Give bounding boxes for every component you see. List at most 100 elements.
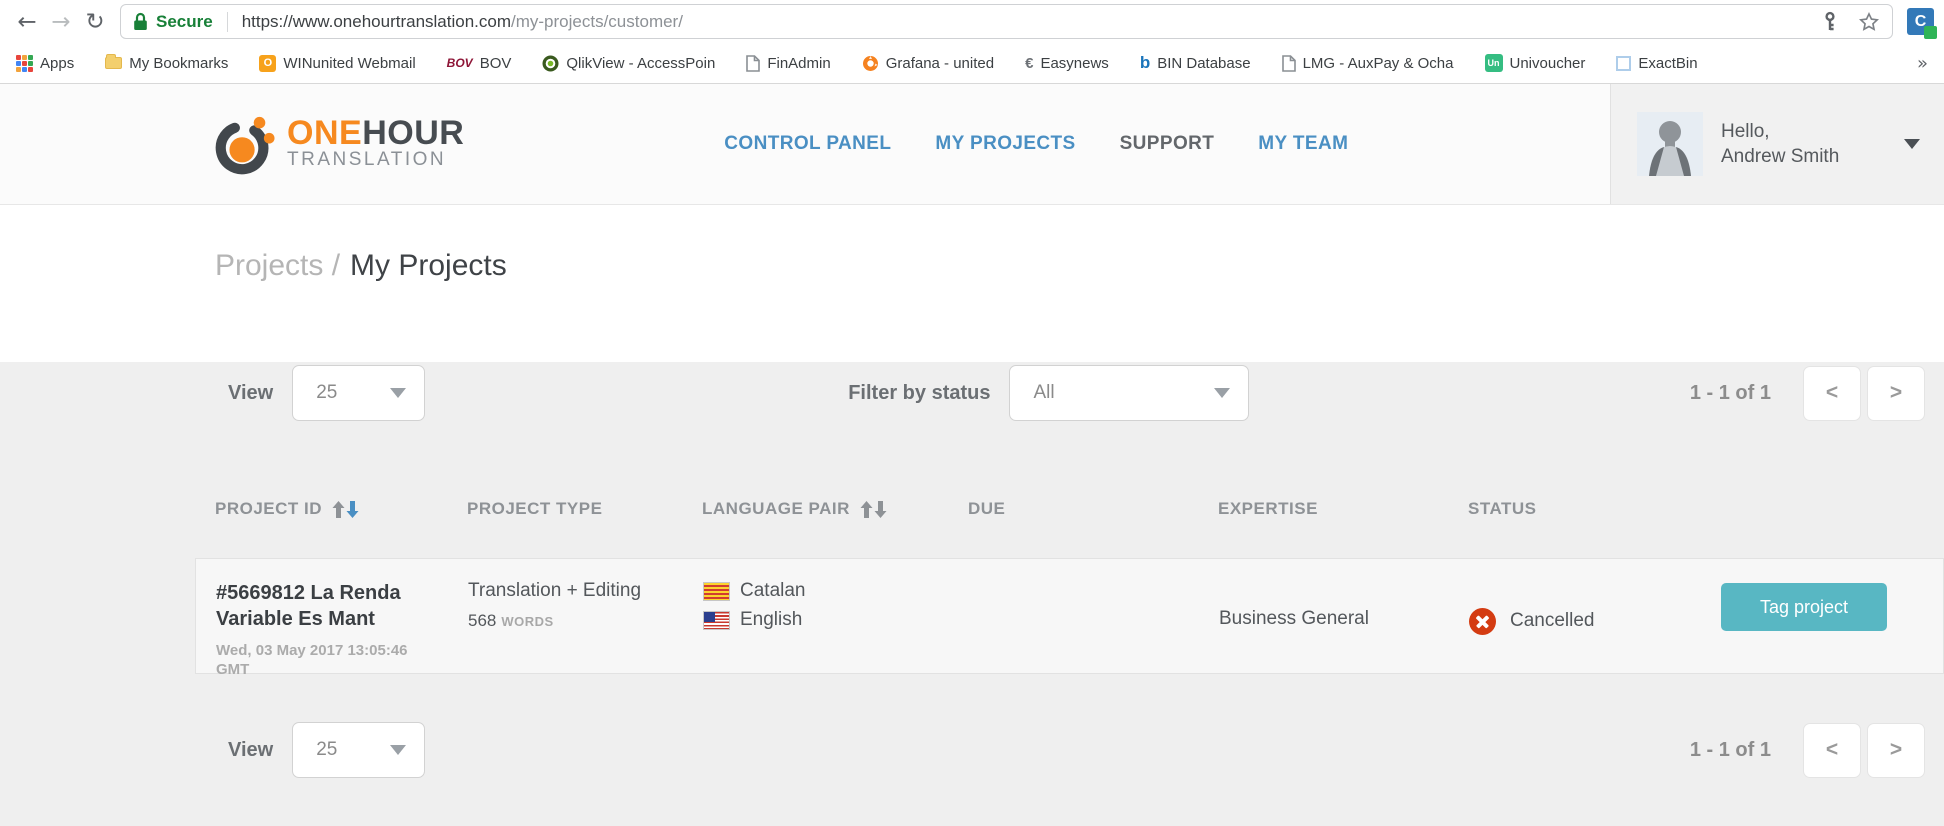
sort-arrows[interactable] (332, 501, 359, 518)
project-id-cell: #5669812 La Renda Variable Es Mant Wed, … (216, 580, 468, 679)
logo-text: ONEHOUR TRANSLATION (287, 117, 464, 171)
grafana-favicon (862, 55, 879, 72)
bookmark-univoucher[interactable]: Un Univoucher (1485, 54, 1586, 72)
page-icon (1282, 55, 1296, 72)
bookmark-apps[interactable]: Apps (16, 55, 74, 72)
bookmark-grafana[interactable]: Grafana - united (862, 55, 994, 72)
address-bar[interactable]: Secure https://www.onehourtranslation.co… (120, 4, 1893, 39)
browser-toolbar: ← → ↻ Secure https://www.onehourtranslat… (0, 0, 1944, 43)
view-label: View (228, 382, 273, 405)
bookmarks-bar: Apps My Bookmarks O WINunited Webmail BO… (0, 43, 1944, 84)
folder-icon (105, 57, 122, 69)
qlikview-favicon (542, 55, 559, 72)
reload-icon[interactable]: ↻ (78, 9, 112, 35)
next-page-button[interactable]: > (1867, 366, 1925, 421)
bookmark-winunited-webmail[interactable]: O WINunited Webmail (259, 55, 415, 72)
column-language-pair[interactable]: LANGUAGE PAIR (702, 499, 968, 519)
language-pair-cell: Catalan English (703, 580, 969, 679)
nav-support[interactable]: SUPPORT (1120, 133, 1215, 155)
sort-down-icon (874, 501, 887, 518)
exactbin-favicon (1616, 56, 1631, 71)
back-icon[interactable]: ← (10, 9, 44, 35)
status-cell: Cancelled (1469, 580, 1721, 679)
nav-my-team[interactable]: MY TEAM (1258, 133, 1348, 155)
table-row: #5669812 La Renda Variable Es Mant Wed, … (195, 558, 1944, 674)
secure-label: Secure (156, 12, 213, 32)
bookmark-my-bookmarks[interactable]: My Bookmarks (105, 55, 228, 72)
page-title: My Projects (350, 249, 507, 283)
bookmark-lmg-auxpay[interactable]: LMG - AuxPay & Ocha (1282, 55, 1454, 72)
top-toolbar: View 25 Filter by status All 1 - 1 of 1 … (0, 362, 1944, 424)
status-badge: Cancelled (1510, 608, 1595, 632)
projects-table-header: PROJECT ID PROJECT TYPE LANGUAGE PAIR DU… (0, 498, 1944, 520)
column-status: STATUS (1468, 499, 1720, 519)
bin-favicon: b (1140, 53, 1150, 73)
view-select-bottom[interactable]: 25 (292, 722, 425, 778)
flag-us-icon (703, 611, 730, 630)
column-project-id[interactable]: PROJECT ID (215, 499, 467, 519)
bottom-toolbar: View 25 1 - 1 of 1 < > (0, 719, 1944, 781)
column-due: DUE (968, 499, 1218, 519)
project-date: Wed, 03 May 2017 13:05:46 GMT (216, 641, 412, 679)
user-greeting: Hello, Andrew Smith (1721, 119, 1839, 169)
chevron-down-icon[interactable] (1904, 139, 1920, 149)
prev-page-button[interactable]: < (1803, 366, 1861, 421)
expertise-cell: Business General (1219, 580, 1469, 679)
tag-project-button[interactable]: Tag project (1721, 583, 1887, 631)
bookmarks-overflow-icon[interactable]: » (1917, 53, 1928, 74)
view-label: View (228, 739, 273, 762)
sort-up-icon (332, 501, 345, 518)
word-count: 568 (468, 611, 496, 630)
site-header: ONEHOUR TRANSLATION CONTROL PANEL MY PRO… (0, 84, 1944, 205)
column-project-type: PROJECT TYPE (467, 499, 702, 519)
project-type-cell: Translation + Editing 568WORDS (468, 580, 703, 679)
avatar (1637, 112, 1703, 176)
bookmark-qlikview[interactable]: QlikView - AccessPoin (542, 55, 715, 72)
apps-grid-icon (16, 55, 33, 72)
omnibox-separator (227, 12, 228, 32)
project-id-link[interactable]: #5669812 La Renda Variable Es Mant (216, 580, 412, 632)
next-page-button[interactable]: > (1867, 723, 1925, 778)
univoucher-favicon: Un (1485, 54, 1503, 72)
bookmark-bov[interactable]: BOV BOV (447, 55, 512, 72)
breadcrumb-parent[interactable]: Projects / (215, 249, 340, 283)
bookmark-finadmin[interactable]: FinAdmin (746, 55, 830, 72)
view-select[interactable]: 25 (292, 365, 425, 421)
user-menu[interactable]: Hello, Andrew Smith (1610, 84, 1944, 204)
pagination-bottom: 1 - 1 of 1 < > (1690, 723, 1925, 778)
webmail-favicon: O (259, 55, 276, 72)
main-nav: CONTROL PANEL MY PROJECTS SUPPORT MY TEA… (724, 133, 1348, 155)
status-cancelled-icon (1469, 608, 1496, 635)
projects-main: View 25 Filter by status All 1 - 1 of 1 … (0, 362, 1944, 826)
sort-arrows[interactable] (860, 501, 887, 518)
bov-favicon: BOV (447, 56, 473, 70)
sort-down-icon (346, 501, 359, 518)
bookmark-easynews[interactable]: € Easynews (1025, 55, 1109, 72)
status-filter-select[interactable]: All (1009, 365, 1249, 421)
page-icon (746, 55, 760, 72)
site-logo[interactable]: ONEHOUR TRANSLATION (213, 113, 464, 175)
bookmark-star-icon[interactable] (1858, 11, 1880, 33)
extension-icon[interactable]: C (1907, 8, 1934, 35)
bookmark-exactbin[interactable]: ExactBin (1616, 55, 1697, 72)
range-text: 1 - 1 of 1 (1690, 739, 1771, 762)
padlock-icon[interactable] (133, 12, 148, 31)
chevron-down-icon (390, 745, 406, 755)
nav-control-panel[interactable]: CONTROL PANEL (724, 133, 891, 155)
action-cell: Tag project (1721, 580, 1943, 679)
range-text: 1 - 1 of 1 (1690, 382, 1771, 405)
logo-icon (213, 113, 275, 175)
flag-catalan-icon (703, 582, 730, 601)
sort-up-icon (860, 501, 873, 518)
pagination: 1 - 1 of 1 < > (1690, 366, 1925, 421)
breadcrumb: Projects / My Projects (0, 205, 1944, 320)
column-expertise: EXPERTISE (1218, 499, 1468, 519)
key-icon[interactable] (1820, 11, 1840, 32)
filter-label: Filter by status (848, 382, 990, 405)
bookmark-bin-database[interactable]: b BIN Database (1140, 53, 1251, 73)
chevron-down-icon (390, 388, 406, 398)
due-cell (969, 580, 1219, 679)
forward-icon[interactable]: → (44, 9, 78, 35)
prev-page-button[interactable]: < (1803, 723, 1861, 778)
nav-my-projects[interactable]: MY PROJECTS (935, 133, 1075, 155)
